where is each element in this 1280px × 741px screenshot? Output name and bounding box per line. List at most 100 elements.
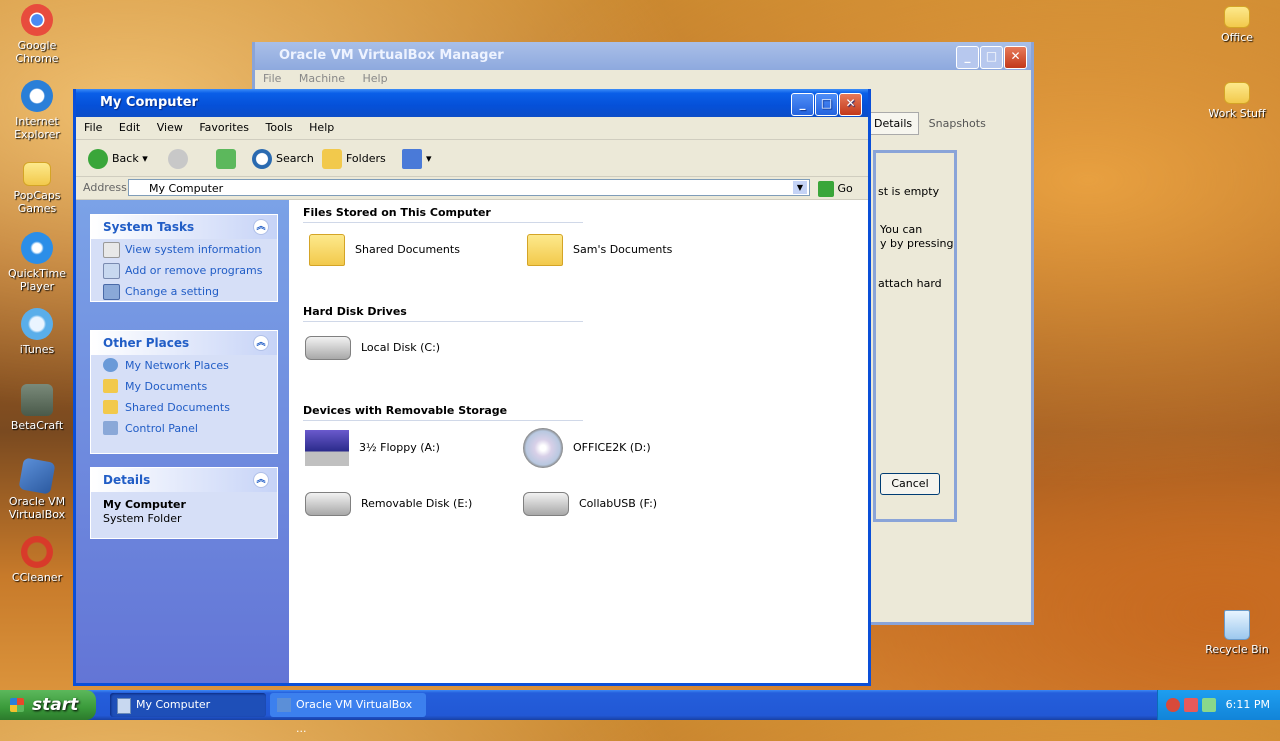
- dialog-text: st is empty: [878, 185, 940, 198]
- task-label: Change a setting: [125, 285, 219, 298]
- item-removable-e[interactable]: Removable Disk (E:): [305, 482, 472, 526]
- desktop-icon-popcaps[interactable]: PopCaps Games: [0, 156, 74, 215]
- desktop-icon-quicktime[interactable]: QuickTime Player: [0, 232, 74, 293]
- tray-icon[interactable]: [1202, 698, 1216, 712]
- group-header-hard-disks: Hard Disk Drives: [303, 305, 583, 322]
- desktop-icon-label: CCleaner: [11, 571, 63, 584]
- collapse-icon[interactable]: ︽: [253, 219, 269, 235]
- menu-view[interactable]: View: [157, 121, 183, 134]
- window-title: My Computer: [100, 95, 198, 110]
- collapse-icon[interactable]: ︽: [253, 335, 269, 351]
- back-button[interactable]: Back ▾: [88, 148, 148, 170]
- views-button[interactable]: ▾: [402, 148, 432, 170]
- group-header-files: Files Stored on This Computer: [303, 206, 583, 223]
- desktop-icon-itunes[interactable]: iTunes: [0, 308, 74, 356]
- address-label: Address: [83, 181, 127, 194]
- task-add-remove-programs[interactable]: Add or remove programs: [91, 260, 277, 281]
- task-change-setting[interactable]: Change a setting: [91, 281, 277, 302]
- start-button[interactable]: start: [0, 690, 96, 720]
- vbox-menubar: File Machine Help: [255, 70, 1031, 88]
- item-collabusb-f[interactable]: CollabUSB (F:): [523, 482, 657, 526]
- forward-button[interactable]: [168, 148, 192, 170]
- vbox-maximize-button[interactable]: □: [980, 46, 1003, 69]
- desktop-icon-office[interactable]: Office: [1200, 6, 1274, 44]
- panel-header[interactable]: Other Places ︽: [91, 331, 277, 355]
- address-input[interactable]: My Computer ▼: [128, 179, 810, 196]
- desktop-icon-betacraft[interactable]: BetaCraft: [0, 384, 74, 432]
- vbox-close-button[interactable]: ✕: [1004, 46, 1027, 69]
- collapse-icon[interactable]: ︽: [253, 472, 269, 488]
- clock[interactable]: 6:11 PM: [1226, 690, 1270, 720]
- removable-disk-icon: [523, 492, 569, 516]
- menu-tools[interactable]: Tools: [266, 121, 293, 134]
- menu-help[interactable]: Help: [309, 121, 334, 134]
- taskbar-button-virtualbox[interactable]: Oracle VM VirtualBox ...: [270, 693, 426, 735]
- task-view-system-info[interactable]: View system information: [91, 239, 277, 260]
- vbox-dialog: st is empty You can y by pressing attach…: [873, 150, 957, 522]
- item-office2k-d[interactable]: OFFICE2K (D:): [523, 426, 651, 470]
- panel-title: Other Places: [103, 336, 190, 350]
- menu-edit[interactable]: Edit: [119, 121, 140, 134]
- virtualbox-icon: [277, 698, 291, 712]
- chevron-down-icon[interactable]: ▼: [793, 181, 807, 194]
- cancel-button[interactable]: Cancel: [880, 473, 940, 495]
- taskbar-button-my-computer[interactable]: My Computer: [110, 693, 266, 717]
- item-floppy-a[interactable]: 3½ Floppy (A:): [305, 426, 440, 470]
- search-button[interactable]: Search: [252, 148, 314, 170]
- panel-header[interactable]: System Tasks ︽: [91, 215, 277, 239]
- taskbar-button-label: My Computer: [136, 698, 211, 711]
- item-local-disk-c[interactable]: Local Disk (C:): [305, 326, 440, 370]
- vbox-menu-file[interactable]: File: [263, 72, 281, 85]
- window-titlebar[interactable]: My Computer _ □ ✕: [76, 89, 868, 117]
- desktop-icon-label: Work Stuff: [1208, 107, 1266, 120]
- place-control-panel[interactable]: Control Panel: [91, 418, 277, 439]
- desktop-icon-ie[interactable]: Internet Explorer: [0, 80, 74, 141]
- place-my-network-places[interactable]: My Network Places: [91, 355, 277, 376]
- panel-header[interactable]: Details ︽: [91, 468, 277, 492]
- desktop-icon-work-stuff[interactable]: Work Stuff: [1200, 82, 1274, 120]
- go-button[interactable]: Go: [818, 178, 853, 200]
- folder-icon: [1224, 6, 1250, 28]
- menu-file[interactable]: File: [84, 121, 102, 134]
- item-shared-documents[interactable]: Shared Documents: [309, 228, 460, 272]
- place-my-documents[interactable]: My Documents: [91, 376, 277, 397]
- tray-icon[interactable]: [1166, 698, 1180, 712]
- desktop-icon-chrome[interactable]: Google Chrome: [0, 4, 74, 65]
- system-tray: 6:11 PM: [1157, 690, 1280, 720]
- desktop-icon-label: QuickTime Player: [7, 267, 67, 293]
- place-shared-documents[interactable]: Shared Documents: [91, 397, 277, 418]
- go-arrow-icon: [818, 181, 834, 197]
- itunes-icon: [21, 308, 53, 340]
- item-label: Local Disk (C:): [361, 341, 441, 354]
- folder-icon: [309, 234, 345, 266]
- item-label: 3½ Floppy (A:): [359, 441, 440, 454]
- vbox-minimize-button[interactable]: _: [956, 46, 979, 69]
- folders-button[interactable]: Folders: [322, 148, 386, 170]
- folder-icon: [527, 234, 563, 266]
- minimize-button[interactable]: _: [791, 93, 814, 116]
- my-computer-window[interactable]: My Computer _ □ ✕ File Edit View Favorit…: [73, 89, 871, 686]
- place-label: Shared Documents: [125, 401, 230, 414]
- tray-icon[interactable]: [1184, 698, 1198, 712]
- taskbar-button-label: Oracle VM VirtualBox ...: [296, 698, 413, 735]
- item-label: OFFICE2K (D:): [573, 441, 651, 454]
- details-name: My Computer: [103, 498, 186, 511]
- desktop-icon-virtualbox[interactable]: Oracle VM VirtualBox: [0, 457, 74, 521]
- desktop-icon-recycle-bin[interactable]: Recycle Bin: [1200, 610, 1274, 656]
- details-type: System Folder: [103, 512, 182, 525]
- vbox-menu-machine[interactable]: Machine: [299, 72, 345, 85]
- panel-system-tasks: System Tasks ︽ View system information A…: [90, 214, 278, 302]
- taskbar: start My Computer Oracle VM VirtualBox .…: [0, 690, 1280, 735]
- tab-snapshots[interactable]: Snapshots: [923, 113, 992, 134]
- close-button[interactable]: ✕: [839, 93, 862, 116]
- maximize-button[interactable]: □: [815, 93, 838, 116]
- item-sams-documents[interactable]: Sam's Documents: [527, 228, 672, 272]
- tab-details[interactable]: Details: [867, 112, 920, 135]
- vbox-titlebar[interactable]: Oracle VM VirtualBox Manager _ □ ✕: [255, 42, 1031, 70]
- desktop-icon-ccleaner[interactable]: CCleaner: [0, 536, 74, 584]
- up-folder-button[interactable]: [216, 148, 240, 170]
- menu-favorites[interactable]: Favorites: [199, 121, 249, 134]
- folders-label: Folders: [346, 152, 386, 165]
- vbox-menu-help[interactable]: Help: [362, 72, 387, 85]
- menubar: File Edit View Favorites Tools Help: [76, 117, 868, 140]
